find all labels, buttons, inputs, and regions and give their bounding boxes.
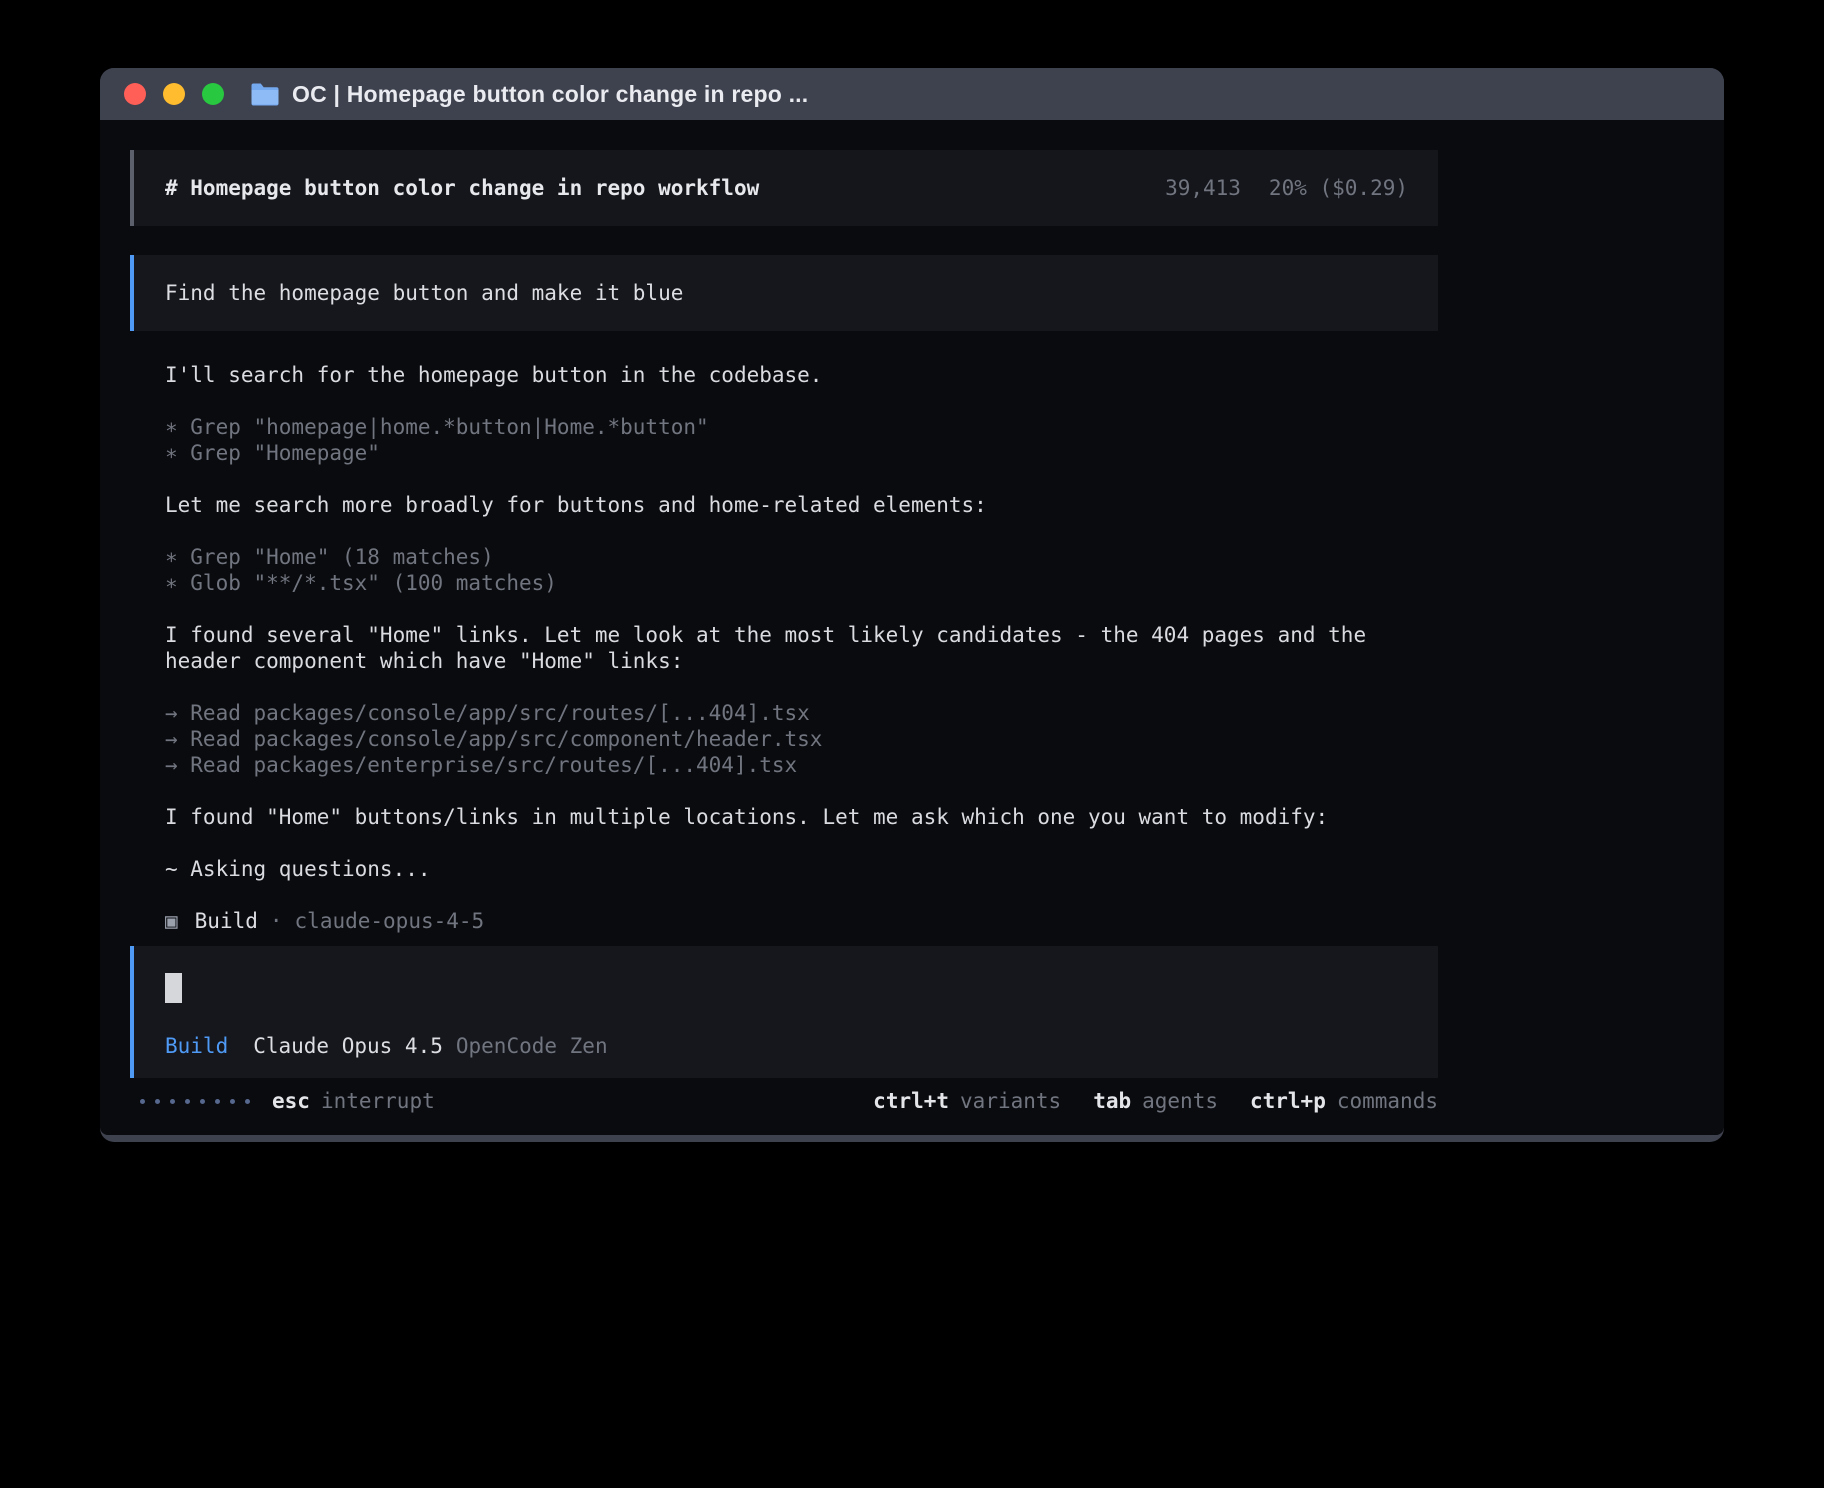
assistant-text: I found several "Home" links. Let me loo… (165, 622, 1403, 674)
model-name[interactable]: Claude Opus 4.5 (253, 1033, 443, 1059)
tool-call-line: → Read packages/enterprise/src/routes/[.… (165, 752, 1403, 778)
token-count: 39,413 (1165, 175, 1241, 201)
window-title: OC | Homepage button color change in rep… (292, 81, 808, 108)
provider-name: OpenCode Zen (456, 1033, 608, 1059)
user-message: Find the homepage button and make it blu… (130, 255, 1438, 331)
tool-call-line: ∗ Grep "Home" (18 matches) (165, 544, 1403, 570)
user-message-text: Find the homepage button and make it blu… (165, 281, 683, 305)
agent-model: claude-opus-4-5 (295, 908, 485, 934)
text-line: I'll search for the homepage button in t… (165, 362, 1403, 388)
text-cursor (165, 973, 182, 1003)
assistant-text: I found "Home" buttons/links in multiple… (165, 804, 1403, 830)
traffic-lights (124, 83, 224, 105)
text-line: I found several "Home" links. Let me loo… (165, 622, 1403, 674)
hint-key: ctrl+t (873, 1088, 949, 1114)
keyboard-hint: tab agents (1093, 1088, 1218, 1114)
text-line: I found "Home" buttons/links in multiple… (165, 804, 1403, 830)
close-window-button[interactable] (124, 83, 146, 105)
agent-icon: ▣ (165, 908, 178, 934)
assistant-text: Let me search more broadly for buttons a… (165, 492, 1403, 518)
terminal-content: # Homepage button color change in repo w… (100, 120, 1724, 1135)
hint-key: tab (1093, 1088, 1131, 1114)
tool-call-group: ∗ Grep "homepage|home.*button|Home.*butt… (165, 414, 1403, 466)
prompt-input[interactable]: Build Claude Opus 4.5 OpenCode Zen (130, 946, 1438, 1078)
dot (200, 1099, 205, 1104)
dot (245, 1099, 250, 1104)
tool-call-line: → Read packages/console/app/src/componen… (165, 726, 1403, 752)
session-stats: 39,413 20% ($0.29) (1165, 175, 1408, 201)
hint-label: agents (1142, 1088, 1218, 1114)
working-indicator-dots (140, 1099, 250, 1104)
agent-name: Build (195, 908, 258, 934)
text-line: Let me search more broadly for buttons a… (165, 492, 1403, 518)
separator-dot: · (270, 908, 283, 934)
conversation-log: I'll search for the homepage button in t… (130, 362, 1438, 934)
tool-call-line: ∗ Grep "Homepage" (165, 440, 1403, 466)
hint-label: commands (1337, 1088, 1438, 1114)
window-title-group: OC | Homepage button color change in rep… (250, 81, 808, 108)
agent-mode-label[interactable]: Build (165, 1033, 228, 1059)
folder-icon (250, 82, 280, 107)
dot (170, 1099, 175, 1104)
dot (140, 1099, 145, 1104)
input-meta: Build Claude Opus 4.5 OpenCode Zen (165, 1033, 1408, 1059)
dot (230, 1099, 235, 1104)
keyboard-hint: ctrl+t variants (873, 1088, 1061, 1114)
assistant-text: ~ Asking questions... (165, 856, 1403, 882)
status-bar: esc interrupt ctrl+tvariantstabagentsctr… (130, 1088, 1438, 1114)
zoom-window-button[interactable] (202, 83, 224, 105)
session-title: # Homepage button color change in repo w… (165, 175, 759, 201)
keyboard-hints: ctrl+t variants tab agents ctrl+p commands (873, 1088, 1438, 1114)
dot (215, 1099, 220, 1104)
hint-key: ctrl+p (1250, 1088, 1326, 1114)
agent-status-line: ▣ Build · claude-opus-4-5 (165, 908, 1403, 934)
keyboard-hint: ctrl+p commands (1250, 1088, 1438, 1114)
text-line: ~ Asking questions... (165, 856, 1403, 882)
tool-call-line: ∗ Grep "homepage|home.*button|Home.*butt… (165, 414, 1403, 440)
esc-key-label: interrupt (321, 1088, 435, 1114)
assistant-text: I'll search for the homepage button in t… (165, 362, 1403, 388)
dot (185, 1099, 190, 1104)
context-cost: 20% ($0.29) (1269, 175, 1408, 201)
terminal-window: OC | Homepage button color change in rep… (100, 68, 1724, 1142)
tool-call-group: ∗ Grep "Home" (18 matches)∗ Glob "**/*.t… (165, 544, 1403, 596)
titlebar[interactable]: OC | Homepage button color change in rep… (100, 68, 1724, 120)
tool-call-line: → Read packages/console/app/src/routes/[… (165, 700, 1403, 726)
tool-call-line: ∗ Glob "**/*.tsx" (100 matches) (165, 570, 1403, 596)
minimize-window-button[interactable] (163, 83, 185, 105)
session-header: # Homepage button color change in repo w… (130, 150, 1438, 226)
esc-key-hint: esc (272, 1088, 310, 1114)
hint-label: variants (960, 1088, 1061, 1114)
tool-call-group: → Read packages/console/app/src/routes/[… (165, 700, 1403, 778)
dot (155, 1099, 160, 1104)
